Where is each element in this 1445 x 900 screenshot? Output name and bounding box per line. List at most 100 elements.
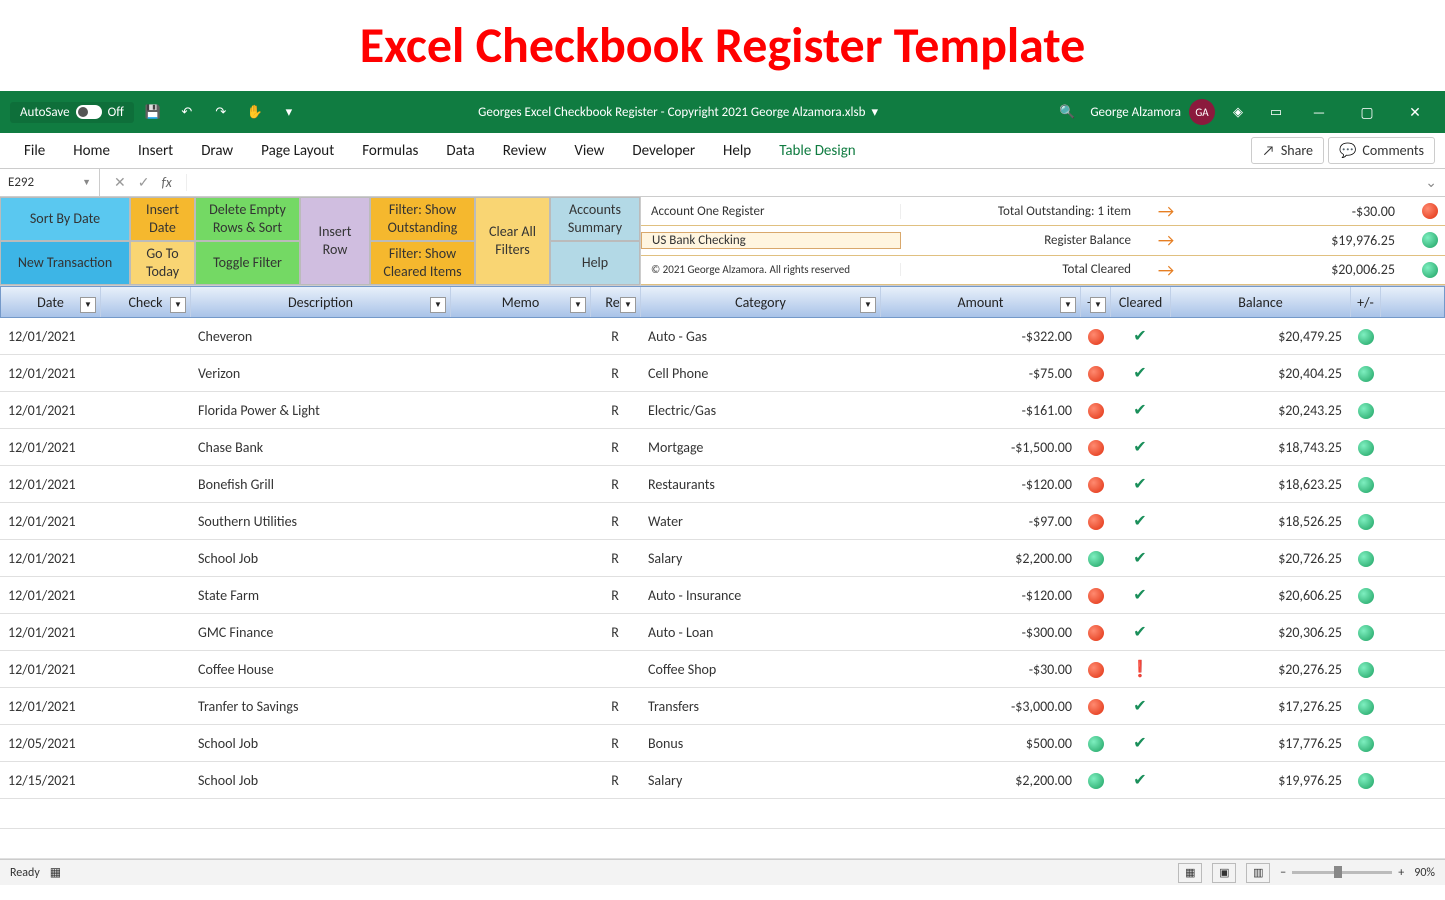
cell-description[interactable]: School Job (190, 550, 450, 567)
comments-button[interactable]: 💬Comments (1328, 137, 1435, 164)
cell-description[interactable]: GMC Finance (190, 624, 450, 641)
close-button[interactable]: ✕ (1395, 92, 1435, 132)
cell-date[interactable]: 12/15/2021 (0, 772, 100, 789)
cell-date[interactable]: 12/01/2021 (0, 513, 100, 530)
title-dropdown-icon[interactable]: ▾ (871, 105, 878, 120)
cell-balance[interactable]: $20,479.25 (1170, 328, 1350, 345)
table-row[interactable]: 12/01/2021Florida Power & LightRElectric… (0, 392, 1445, 429)
cell-category[interactable]: Water (640, 513, 880, 530)
cell-amount[interactable]: -$322.00 (880, 328, 1080, 345)
normal-view-icon[interactable]: ▦ (1178, 863, 1202, 883)
touch-icon[interactable]: ✋ (240, 97, 270, 127)
new-transaction-button[interactable]: New Transaction (0, 241, 130, 285)
table-row[interactable]: 12/15/2021School JobRSalary$2,200.00✔$19… (0, 762, 1445, 799)
cell-description[interactable]: State Farm (190, 587, 450, 604)
accounts-summary-button[interactable]: Accounts Summary (550, 197, 640, 241)
ribbon-tab-data[interactable]: Data (432, 133, 488, 169)
page-layout-icon[interactable]: ▣ (1212, 863, 1236, 883)
qat-dropdown-icon[interactable]: ▾ (274, 97, 304, 127)
table-row-empty[interactable] (0, 829, 1445, 859)
cell-balance[interactable]: $17,776.25 (1170, 735, 1350, 752)
cancel-formula-icon[interactable]: ✕ (110, 174, 130, 191)
autosave-toggle[interactable]: AutoSave Off (10, 102, 134, 123)
ribbon-tab-page-layout[interactable]: Page Layout (247, 133, 348, 169)
cell-date[interactable]: 12/01/2021 (0, 550, 100, 567)
clear-filters-button[interactable]: Clear All Filters (475, 197, 550, 285)
ribbon-tab-review[interactable]: Review (489, 133, 561, 169)
minimize-button[interactable]: — (1299, 92, 1339, 132)
maximize-button[interactable]: ▢ (1347, 92, 1387, 132)
cell-rec[interactable]: R (590, 624, 640, 641)
sort-by-date-button[interactable]: Sort By Date (0, 197, 130, 241)
save-icon[interactable]: 💾 (138, 97, 168, 127)
cell-balance[interactable]: $20,306.25 (1170, 624, 1350, 641)
table-row[interactable]: 12/01/2021GMC FinanceRAuto - Loan-$300.0… (0, 614, 1445, 651)
cell-description[interactable]: Cheveron (190, 328, 450, 345)
delete-empty-button[interactable]: Delete Empty Rows & Sort (195, 197, 300, 241)
cell-date[interactable]: 12/05/2021 (0, 735, 100, 752)
cell-category[interactable]: Auto - Gas (640, 328, 880, 345)
accept-formula-icon[interactable]: ✓ (134, 174, 154, 191)
cell-date[interactable]: 12/01/2021 (0, 698, 100, 715)
cell-date[interactable]: 12/01/2021 (0, 439, 100, 456)
ribbon-tab-draw[interactable]: Draw (187, 133, 247, 169)
cell-description[interactable]: Chase Bank (190, 439, 450, 456)
ribbon-tab-file[interactable]: File (10, 133, 59, 169)
table-row-empty[interactable] (0, 799, 1445, 829)
ribbon-tab-table-design[interactable]: Table Design (765, 133, 869, 169)
cell-rec[interactable]: R (590, 587, 640, 604)
filter-outstanding-button[interactable]: Filter: Show Outstanding (370, 197, 475, 241)
ribbon-display-icon[interactable]: ▭ (1261, 97, 1291, 127)
cell-amount[interactable]: -$161.00 (880, 402, 1080, 419)
cell-category[interactable]: Auto - Insurance (640, 587, 880, 604)
filter-drop-icon[interactable]: ▼ (80, 297, 96, 313)
cell-balance[interactable]: $20,276.25 (1170, 661, 1350, 678)
cell-category[interactable]: Coffee Shop (640, 661, 880, 678)
cell-balance[interactable]: $18,623.25 (1170, 476, 1350, 493)
filter-drop-icon[interactable]: ▼ (570, 297, 586, 313)
cell-rec[interactable]: R (590, 772, 640, 789)
cell-description[interactable]: Coffee House (190, 661, 450, 678)
cell-balance[interactable]: $20,404.25 (1170, 365, 1350, 382)
cell-balance[interactable]: $18,743.25 (1170, 439, 1350, 456)
table-row[interactable]: 12/01/2021School JobRSalary$2,200.00✔$20… (0, 540, 1445, 577)
cell-description[interactable]: Southern Utilities (190, 513, 450, 530)
cell-amount[interactable]: -$3,000.00 (880, 698, 1080, 715)
cell-date[interactable]: 12/01/2021 (0, 624, 100, 641)
cell-amount[interactable]: $2,200.00 (880, 772, 1080, 789)
cell-category[interactable]: Electric/Gas (640, 402, 880, 419)
cell-date[interactable]: 12/01/2021 (0, 476, 100, 493)
cell-category[interactable]: Salary (640, 550, 880, 567)
diamond-icon[interactable]: ◈ (1223, 97, 1253, 127)
cell-amount[interactable]: -$30.00 (880, 661, 1080, 678)
cell-category[interactable]: Cell Phone (640, 365, 880, 382)
cell-category[interactable]: Mortgage (640, 439, 880, 456)
table-row[interactable]: 12/01/2021Tranfer to SavingsRTransfers-$… (0, 688, 1445, 725)
ribbon-tab-insert[interactable]: Insert (124, 133, 187, 169)
cell-category[interactable]: Restaurants (640, 476, 880, 493)
fx-icon[interactable]: fx (157, 174, 175, 191)
insert-row-button[interactable]: Insert Row (300, 197, 370, 285)
filter-cleared-button[interactable]: Filter: Show Cleared Items (370, 241, 475, 285)
filter-drop-icon[interactable]: ▼ (430, 297, 446, 313)
cell-rec[interactable]: R (590, 365, 640, 382)
filter-drop-icon[interactable]: ▼ (1090, 297, 1106, 313)
ribbon-tab-help[interactable]: Help (709, 133, 765, 169)
table-row[interactable]: 12/01/2021Southern UtilitiesRWater-$97.0… (0, 503, 1445, 540)
cell-rec[interactable]: R (590, 328, 640, 345)
cell-balance[interactable]: $17,276.25 (1170, 698, 1350, 715)
name-box[interactable]: E292▼ (0, 169, 100, 196)
cell-rec[interactable]: R (590, 439, 640, 456)
toggle-filter-button[interactable]: Toggle Filter (195, 241, 300, 285)
filter-drop-icon[interactable]: ▼ (860, 297, 876, 313)
cell-description[interactable]: School Job (190, 735, 450, 752)
table-row[interactable]: 12/01/2021Chase BankRMortgage-$1,500.00✔… (0, 429, 1445, 466)
cell-rec[interactable]: R (590, 476, 640, 493)
page-break-icon[interactable]: ▥ (1246, 863, 1270, 883)
ribbon-tab-view[interactable]: View (560, 133, 618, 169)
cell-category[interactable]: Salary (640, 772, 880, 789)
cell-balance[interactable]: $20,726.25 (1170, 550, 1350, 567)
undo-icon[interactable]: ↶ (172, 97, 202, 127)
cell-amount[interactable]: $500.00 (880, 735, 1080, 752)
goto-today-button[interactable]: Go To Today (130, 241, 195, 285)
